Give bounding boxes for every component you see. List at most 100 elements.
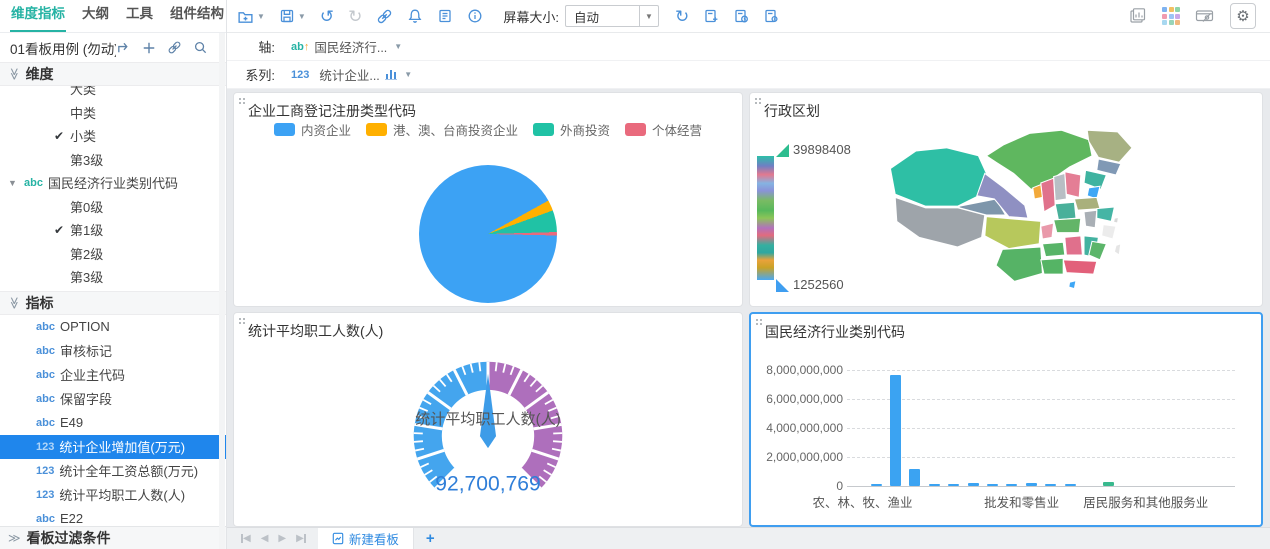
link-board-button[interactable] bbox=[376, 8, 393, 25]
next-sheet-button[interactable]: ▶ bbox=[278, 533, 286, 544]
move-board-icon[interactable] bbox=[116, 40, 131, 55]
numeric-field-icon: 123 bbox=[291, 69, 309, 81]
gauge-chart[interactable]: 统计平均职工人数(人)92,700,769 bbox=[234, 313, 742, 526]
bar[interactable] bbox=[1026, 483, 1037, 486]
save-button[interactable]: ▼ bbox=[279, 8, 306, 24]
dashboard-canvas[interactable]: 企业工商登记注册类型代码 内资企业港、澳、台商投资企业外商投资个体经营 行政区划… bbox=[227, 89, 1270, 527]
last-sheet-button[interactable]: ▶ bbox=[296, 533, 306, 544]
indicator-item[interactable]: 123统计平均职工人数(人) bbox=[0, 483, 226, 507]
legend-item[interactable]: 港、澳、台商投资企业 bbox=[366, 120, 518, 139]
refresh-button[interactable]: ↻ bbox=[675, 8, 689, 25]
tab-tools[interactable]: 工具 bbox=[125, 0, 154, 32]
bar[interactable] bbox=[1065, 484, 1076, 486]
panel-bar-chart[interactable]: 国民经济行业类别代码 02,000,000,0004,000,000,0006,… bbox=[749, 312, 1263, 527]
bar[interactable] bbox=[909, 469, 920, 486]
bar[interactable] bbox=[890, 375, 901, 486]
drag-handle-icon[interactable] bbox=[754, 97, 762, 105]
legend-item[interactable]: 个体经营 bbox=[625, 120, 702, 139]
province-shape bbox=[1084, 210, 1097, 228]
tab-dimension-indicator[interactable]: 维度指标 bbox=[10, 0, 66, 32]
bar[interactable] bbox=[1045, 484, 1056, 486]
info-button[interactable] bbox=[467, 8, 483, 24]
alert-button[interactable] bbox=[407, 8, 423, 24]
axis-field-name: 国民经济行... bbox=[314, 37, 387, 56]
drag-handle-icon[interactable] bbox=[755, 318, 763, 326]
notes-button[interactable] bbox=[437, 8, 453, 24]
panel-china-map[interactable]: 行政区划 39898408 1252560 bbox=[749, 92, 1263, 307]
series-field-name: 统计企业... bbox=[319, 65, 379, 84]
sidebar-scrollbar[interactable] bbox=[219, 33, 225, 549]
search-icon[interactable] bbox=[193, 40, 208, 55]
chip-caret-icon[interactable]: ▼ bbox=[394, 42, 402, 51]
dimension-tree: 大类中类✔小类第3级▼abc国民经济行业类别代码第0级✔第1级第2级第3级 bbox=[0, 86, 226, 291]
tree-item-label: 第2级 bbox=[70, 244, 103, 263]
chip-caret-icon[interactable]: ▼ bbox=[404, 70, 412, 79]
indicator-item[interactable]: abc企业主代码 bbox=[0, 363, 226, 387]
global-settings-button[interactable]: ⚙ bbox=[1230, 3, 1256, 29]
pie-chart[interactable] bbox=[419, 165, 557, 303]
tree-item[interactable]: 第3级 bbox=[0, 147, 226, 171]
tree-item[interactable]: 中类 bbox=[0, 100, 226, 124]
expand-caret-icon[interactable]: ▼ bbox=[8, 178, 24, 188]
indicator-item-selected[interactable]: 123统计企业增加值(万元) bbox=[0, 435, 226, 459]
history-button[interactable] bbox=[733, 8, 749, 24]
drag-handle-icon[interactable] bbox=[238, 97, 246, 105]
link-icon[interactable] bbox=[167, 40, 182, 55]
indicator-item[interactable]: 123统计全年工资总额(万元) bbox=[0, 459, 226, 483]
legend-item[interactable]: 外商投资 bbox=[533, 120, 610, 139]
bar[interactable] bbox=[1006, 484, 1017, 486]
series-field-chip[interactable]: 123 统计企业... ▼ bbox=[291, 65, 412, 84]
select-caret-icon[interactable]: ▼ bbox=[639, 6, 658, 26]
indicator-item-label: OPTION bbox=[60, 319, 110, 334]
indicator-item[interactable]: abcE49 bbox=[0, 411, 226, 435]
section-indicators[interactable]: ≫ 指标 bbox=[0, 291, 226, 315]
indicator-item[interactable]: abcE22 bbox=[0, 507, 226, 526]
china-map[interactable] bbox=[878, 127, 1146, 299]
sheet-tab-active[interactable]: 新建看板 bbox=[318, 528, 414, 549]
screen-size-select[interactable]: 自动 ▼ bbox=[565, 5, 659, 27]
mini-bar-chart-icon[interactable] bbox=[385, 69, 398, 80]
hide-panel-icon[interactable] bbox=[1195, 7, 1215, 25]
bar[interactable] bbox=[987, 484, 998, 486]
board-settings-button[interactable] bbox=[763, 8, 779, 24]
board-title[interactable]: 01看板用例 (勿动) bbox=[10, 38, 116, 58]
copy-board-button[interactable] bbox=[703, 8, 719, 24]
bar[interactable] bbox=[1103, 482, 1114, 486]
panel-gauge-chart[interactable]: 统计平均职工人数(人) 统计平均职工人数(人)92,700,769 bbox=[233, 312, 743, 527]
bar[interactable] bbox=[929, 484, 940, 486]
tree-item[interactable]: 第3级 bbox=[0, 265, 226, 289]
tree-item[interactable]: ✔第1级 bbox=[0, 218, 226, 242]
dropdown-caret-icon[interactable]: ▼ bbox=[257, 12, 265, 21]
indicator-item[interactable]: abcOPTION bbox=[0, 315, 226, 339]
panel-pie-chart[interactable]: 企业工商登记注册类型代码 内资企业港、澳、台商投资企业外商投资个体经营 bbox=[233, 92, 743, 307]
tree-item[interactable]: ✔小类 bbox=[0, 124, 226, 148]
tree-item[interactable]: ▼abc国民经济行业类别代码 bbox=[0, 171, 226, 195]
tree-item[interactable]: 大类 bbox=[0, 86, 226, 101]
tab-component-structure[interactable]: 组件结构 bbox=[169, 0, 225, 32]
new-board-button[interactable]: ▼ bbox=[237, 8, 265, 25]
first-sheet-button[interactable]: ◀ bbox=[241, 533, 251, 544]
bar[interactable] bbox=[948, 484, 959, 486]
tree-item[interactable]: 第0级 bbox=[0, 194, 226, 218]
add-sheet-button[interactable]: + bbox=[414, 528, 447, 549]
redo-button[interactable]: ↻ bbox=[348, 8, 362, 25]
bar[interactable] bbox=[968, 483, 979, 486]
prev-sheet-button[interactable]: ◀ bbox=[261, 533, 269, 544]
legend-item[interactable]: 内资企业 bbox=[274, 120, 351, 139]
add-icon[interactable] bbox=[142, 41, 156, 55]
tab-outline[interactable]: 大纲 bbox=[81, 0, 110, 32]
axis-field-chip[interactable]: ab↑ 国民经济行... ▼ bbox=[291, 37, 402, 56]
section-board-filter[interactable]: ≫ 看板过滤条件 bbox=[0, 526, 226, 549]
undo-button[interactable]: ↺ bbox=[320, 8, 334, 25]
widget-palette-icon[interactable] bbox=[1162, 7, 1180, 25]
section-dimensions[interactable]: ≫ 维度 bbox=[0, 62, 226, 86]
chevron-down-icon: ≫ bbox=[7, 68, 21, 81]
indicator-item-label: 统计企业增加值(万元) bbox=[59, 437, 185, 456]
bar[interactable] bbox=[871, 484, 882, 486]
dropdown-caret-icon[interactable]: ▼ bbox=[298, 12, 306, 21]
indicator-item[interactable]: abc审核标记 bbox=[0, 339, 226, 363]
tree-item[interactable]: 第2级 bbox=[0, 241, 226, 265]
indicator-item[interactable]: abc保留字段 bbox=[0, 387, 226, 411]
province-shape bbox=[1042, 242, 1064, 256]
chart-gallery-icon[interactable] bbox=[1129, 7, 1147, 25]
